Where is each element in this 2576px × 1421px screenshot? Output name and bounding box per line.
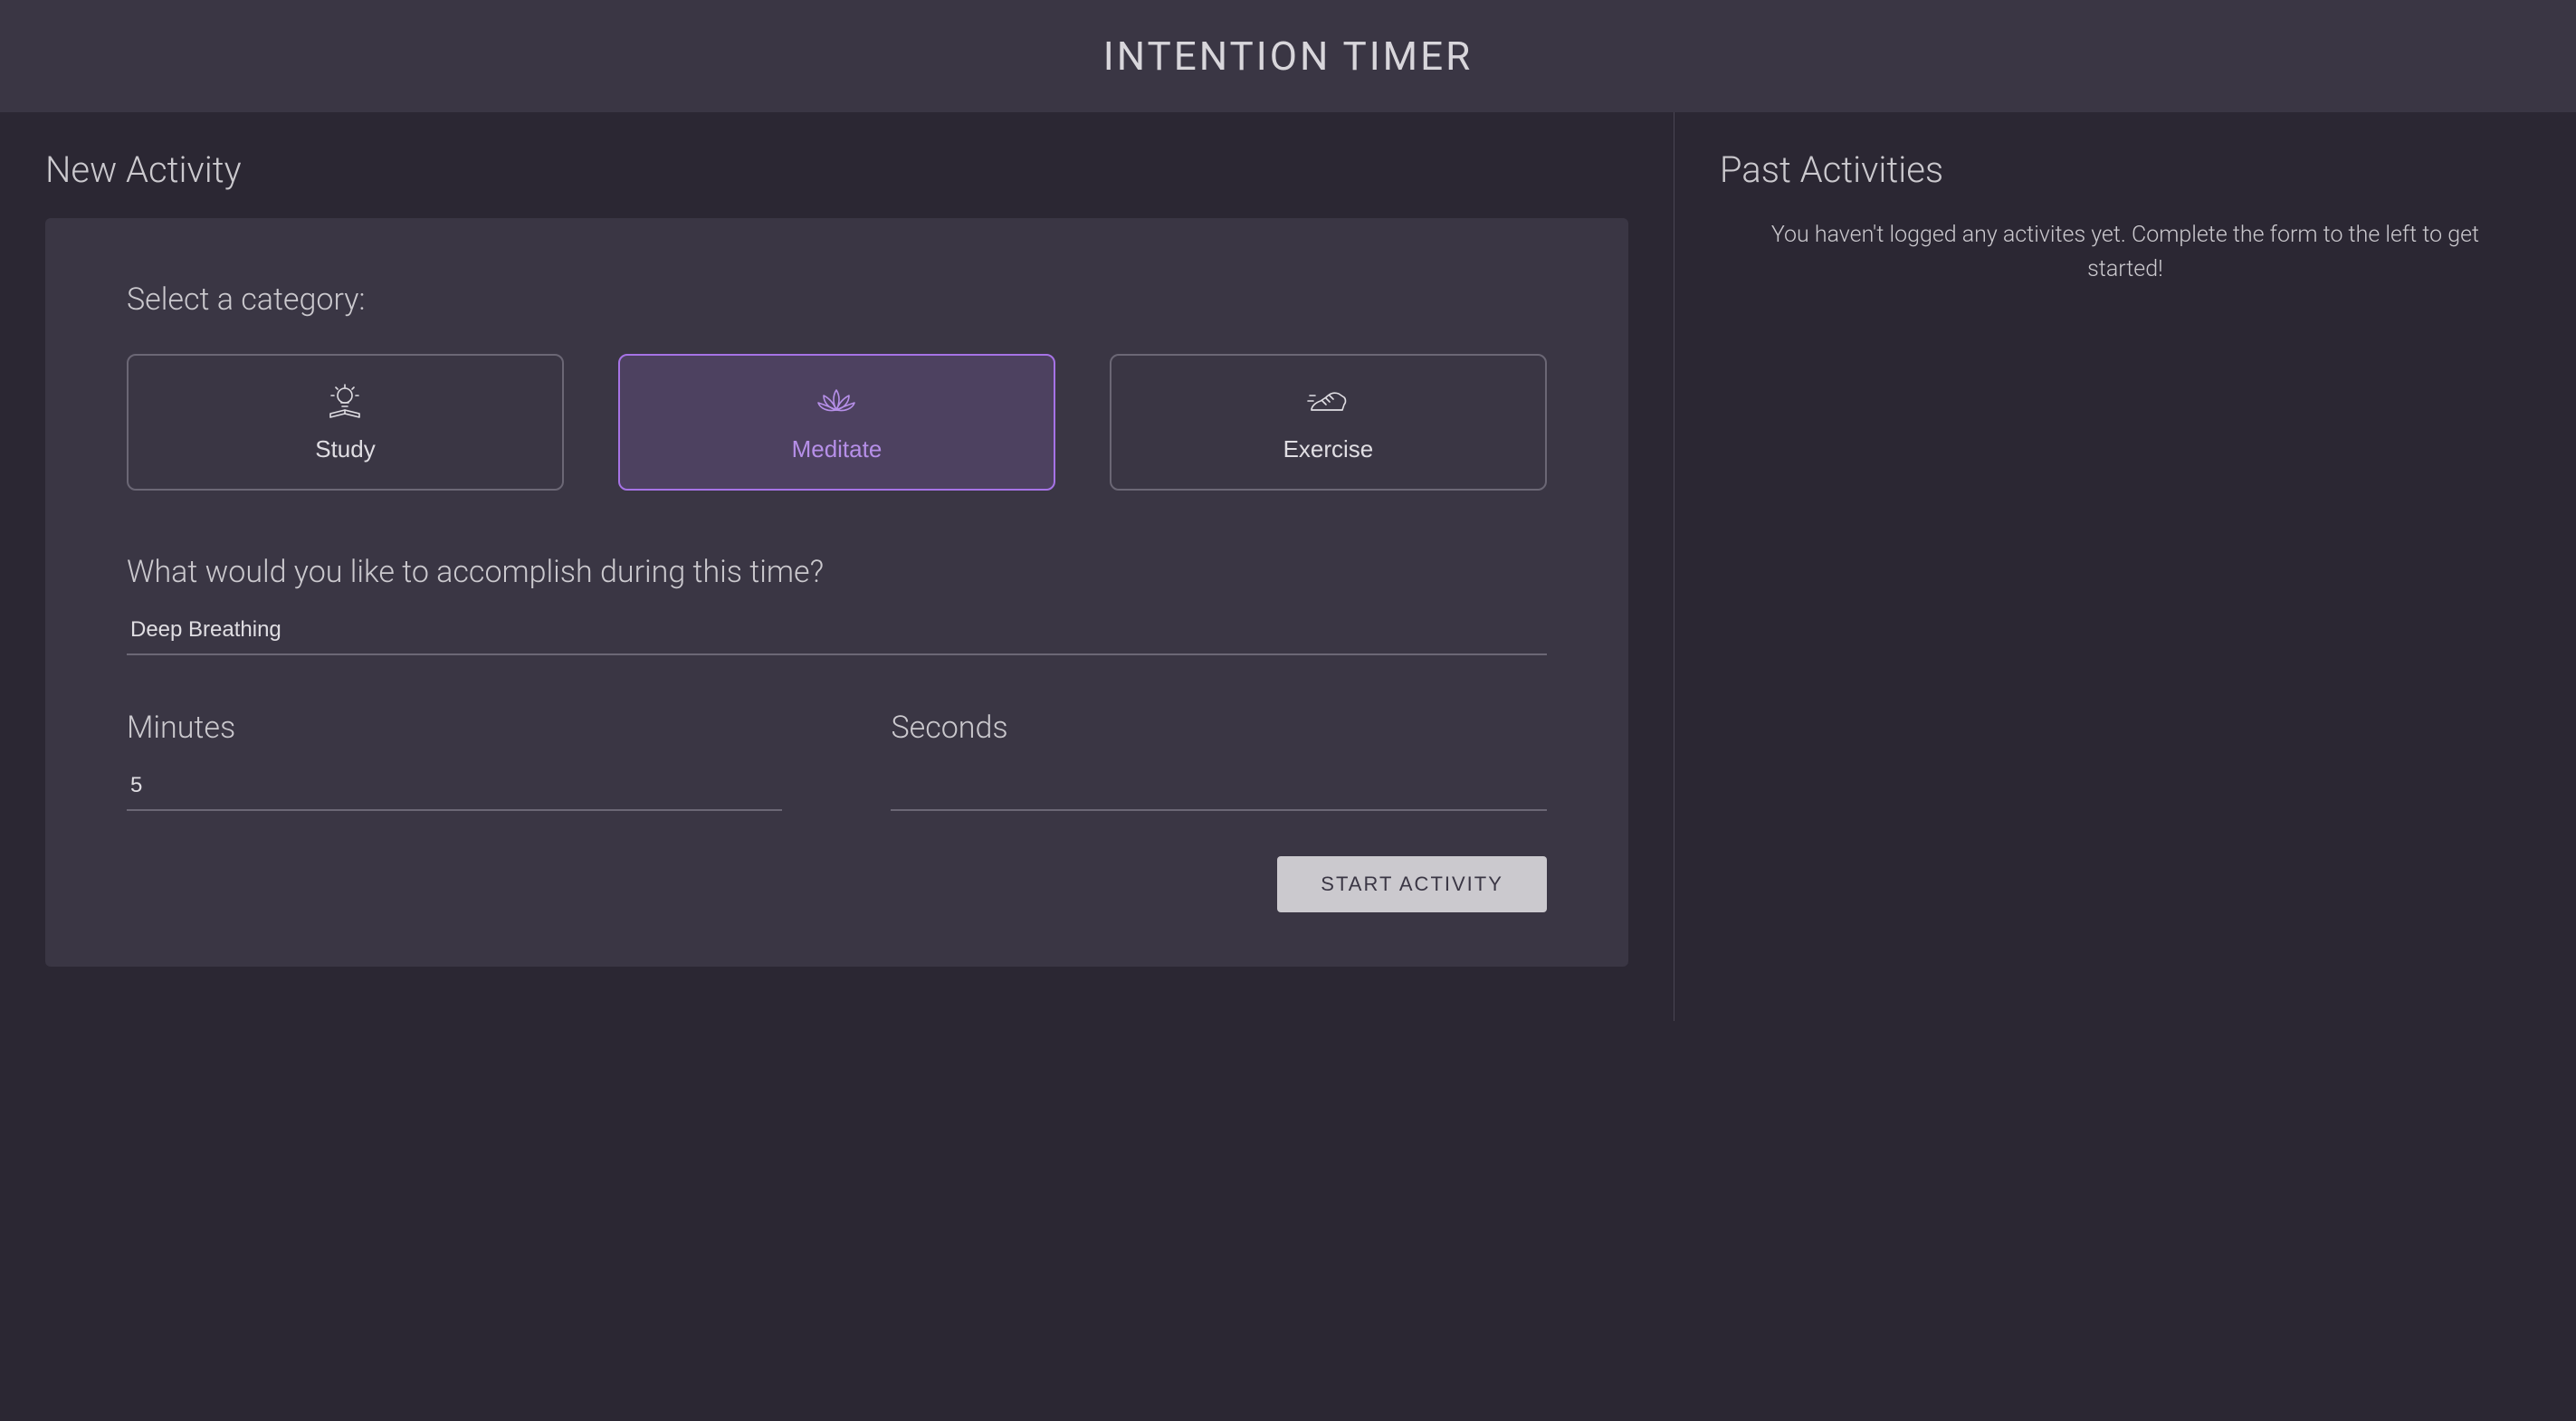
category-label-study: Study bbox=[315, 435, 376, 463]
main-layout: New Activity Select a category: bbox=[0, 112, 2576, 1021]
past-activities-title: Past Activities bbox=[1720, 148, 2531, 191]
category-label-meditate: Meditate bbox=[792, 435, 883, 463]
accomplish-label: What would you like to accomplish during… bbox=[127, 554, 1547, 590]
lightbulb-book-icon bbox=[323, 383, 367, 419]
running-shoe-icon bbox=[1306, 383, 1350, 419]
new-activity-form: Select a category: S bbox=[45, 218, 1628, 967]
category-label-exercise: Exercise bbox=[1283, 435, 1374, 463]
accomplish-block: What would you like to accomplish during… bbox=[127, 554, 1547, 655]
app-title: INTENTION TIMER bbox=[0, 33, 2576, 80]
minutes-label: Minutes bbox=[127, 710, 782, 746]
category-buttons-row: Study Meditate bbox=[127, 354, 1547, 491]
start-row: START ACTIVITY bbox=[127, 856, 1547, 912]
past-activities-empty-message: You haven't logged any activites yet. Co… bbox=[1720, 218, 2531, 286]
time-row: Minutes Seconds bbox=[127, 710, 1547, 811]
select-category-label: Select a category: bbox=[127, 281, 1547, 318]
minutes-input[interactable] bbox=[127, 764, 782, 811]
start-activity-button[interactable]: START ACTIVITY bbox=[1277, 856, 1547, 912]
minutes-block: Minutes bbox=[127, 710, 782, 811]
seconds-block: Seconds bbox=[891, 710, 1546, 811]
past-activities-section: Past Activities You haven't logged any a… bbox=[1674, 112, 2576, 1021]
new-activity-section: New Activity Select a category: bbox=[0, 112, 1674, 1021]
app-header: INTENTION TIMER bbox=[0, 0, 2576, 112]
accomplish-input[interactable] bbox=[127, 608, 1547, 655]
category-button-study[interactable]: Study bbox=[127, 354, 564, 491]
category-button-meditate[interactable]: Meditate bbox=[618, 354, 1055, 491]
seconds-label: Seconds bbox=[891, 710, 1546, 746]
new-activity-title: New Activity bbox=[45, 148, 1628, 191]
seconds-input[interactable] bbox=[891, 764, 1546, 811]
lotus-icon bbox=[815, 383, 858, 419]
category-button-exercise[interactable]: Exercise bbox=[1110, 354, 1547, 491]
